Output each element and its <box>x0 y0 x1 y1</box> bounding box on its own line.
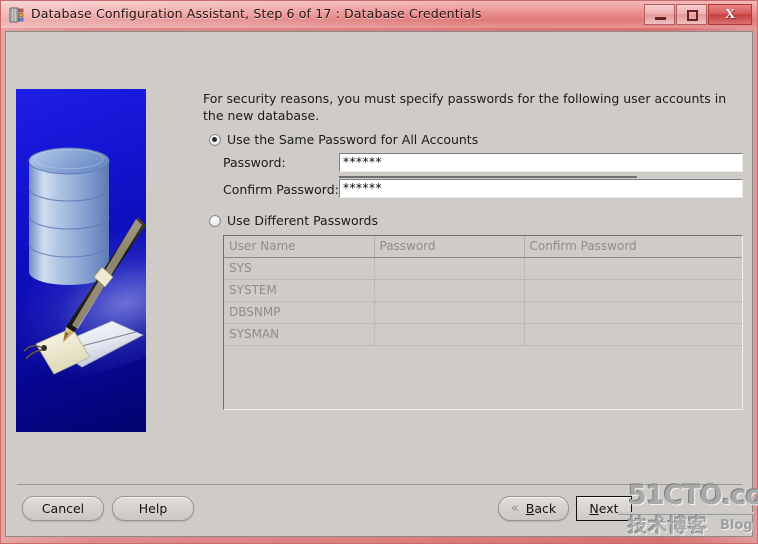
maximize-button[interactable] <box>676 4 707 25</box>
table-header-row: User Name Password Confirm Password <box>224 236 742 258</box>
cell-confirm-password[interactable] <box>524 279 742 302</box>
cell-confirm-password[interactable] <box>524 323 742 346</box>
radio-same-password-label: Use the Same Password for All Accounts <box>227 132 479 147</box>
help-button[interactable]: Help <box>112 496 194 521</box>
radio-same-password[interactable]: Use the Same Password for All Accounts <box>209 132 478 147</box>
radio-different-passwords-label: Use Different Passwords <box>227 213 378 228</box>
dialog-panel: For security reasons, you must specify p… <box>6 32 752 536</box>
maximize-icon <box>687 10 698 21</box>
application-window: Database Configuration Assistant, Step 6… <box>0 0 758 544</box>
chevron-left-icon: « <box>510 501 519 516</box>
cancel-button-label: Cancel <box>41 501 85 516</box>
help-button-label: Help <box>138 501 168 516</box>
intro-text: For security reasons, you must specify p… <box>203 91 727 123</box>
client-area: For security reasons, you must specify p… <box>5 31 753 537</box>
close-icon: X <box>724 7 736 22</box>
back-button[interactable]: « Back <box>498 496 569 521</box>
database-cylinder <box>28 147 110 285</box>
close-button[interactable]: X <box>708 4 752 25</box>
cell-user-name: DBSNMP <box>224 301 375 324</box>
back-button-label: Back <box>525 501 557 516</box>
column-header-confirm-password: Confirm Password <box>524 236 742 258</box>
confirm-password-label: Confirm Password: <box>223 182 339 197</box>
cell-password[interactable] <box>374 257 525 280</box>
next-button-label: Next <box>589 501 619 516</box>
cell-password[interactable] <box>374 279 525 302</box>
window-title: Database Configuration Assistant, Step 6… <box>31 6 482 21</box>
password-label: Password: <box>223 155 286 170</box>
window-controls: X <box>643 4 752 25</box>
render-artifact-line <box>339 176 637 178</box>
cell-user-name: SYSTEM <box>224 279 375 302</box>
table-row[interactable]: SYSTEM <box>224 279 742 302</box>
cell-password[interactable] <box>374 323 525 346</box>
table-row[interactable]: DBSNMP <box>224 301 742 324</box>
radio-different-passwords-indicator <box>209 214 221 227</box>
table-row[interactable]: SYS <box>224 257 742 280</box>
column-header-password: Password <box>374 236 525 258</box>
column-header-user-name: User Name <box>224 236 375 258</box>
radio-different-passwords[interactable]: Use Different Passwords <box>209 213 378 228</box>
credentials-table[interactable]: User Name Password Confirm Password SYS <box>223 235 743 410</box>
sidebar-illustration <box>16 89 146 432</box>
radio-same-password-indicator <box>209 133 221 146</box>
footer-separator <box>17 484 742 485</box>
title-bar[interactable]: Database Configuration Assistant, Step 6… <box>1 1 757 28</box>
cancel-button[interactable]: Cancel <box>22 496 104 521</box>
minimize-button[interactable] <box>644 4 675 25</box>
cell-user-name: SYS <box>224 257 375 280</box>
confirm-password-input[interactable]: ****** <box>339 179 743 198</box>
database-and-pen-illustration <box>23 147 146 375</box>
password-input[interactable]: ****** <box>339 153 743 172</box>
cell-user-name: SYSMAN <box>224 323 375 346</box>
cell-password[interactable] <box>374 301 525 324</box>
minimize-icon <box>655 17 666 20</box>
table-row[interactable]: SYSMAN <box>224 323 742 346</box>
database-icon <box>9 7 25 23</box>
next-button[interactable]: Next <box>576 496 632 521</box>
cell-confirm-password[interactable] <box>524 257 742 280</box>
cell-confirm-password[interactable] <box>524 301 742 324</box>
